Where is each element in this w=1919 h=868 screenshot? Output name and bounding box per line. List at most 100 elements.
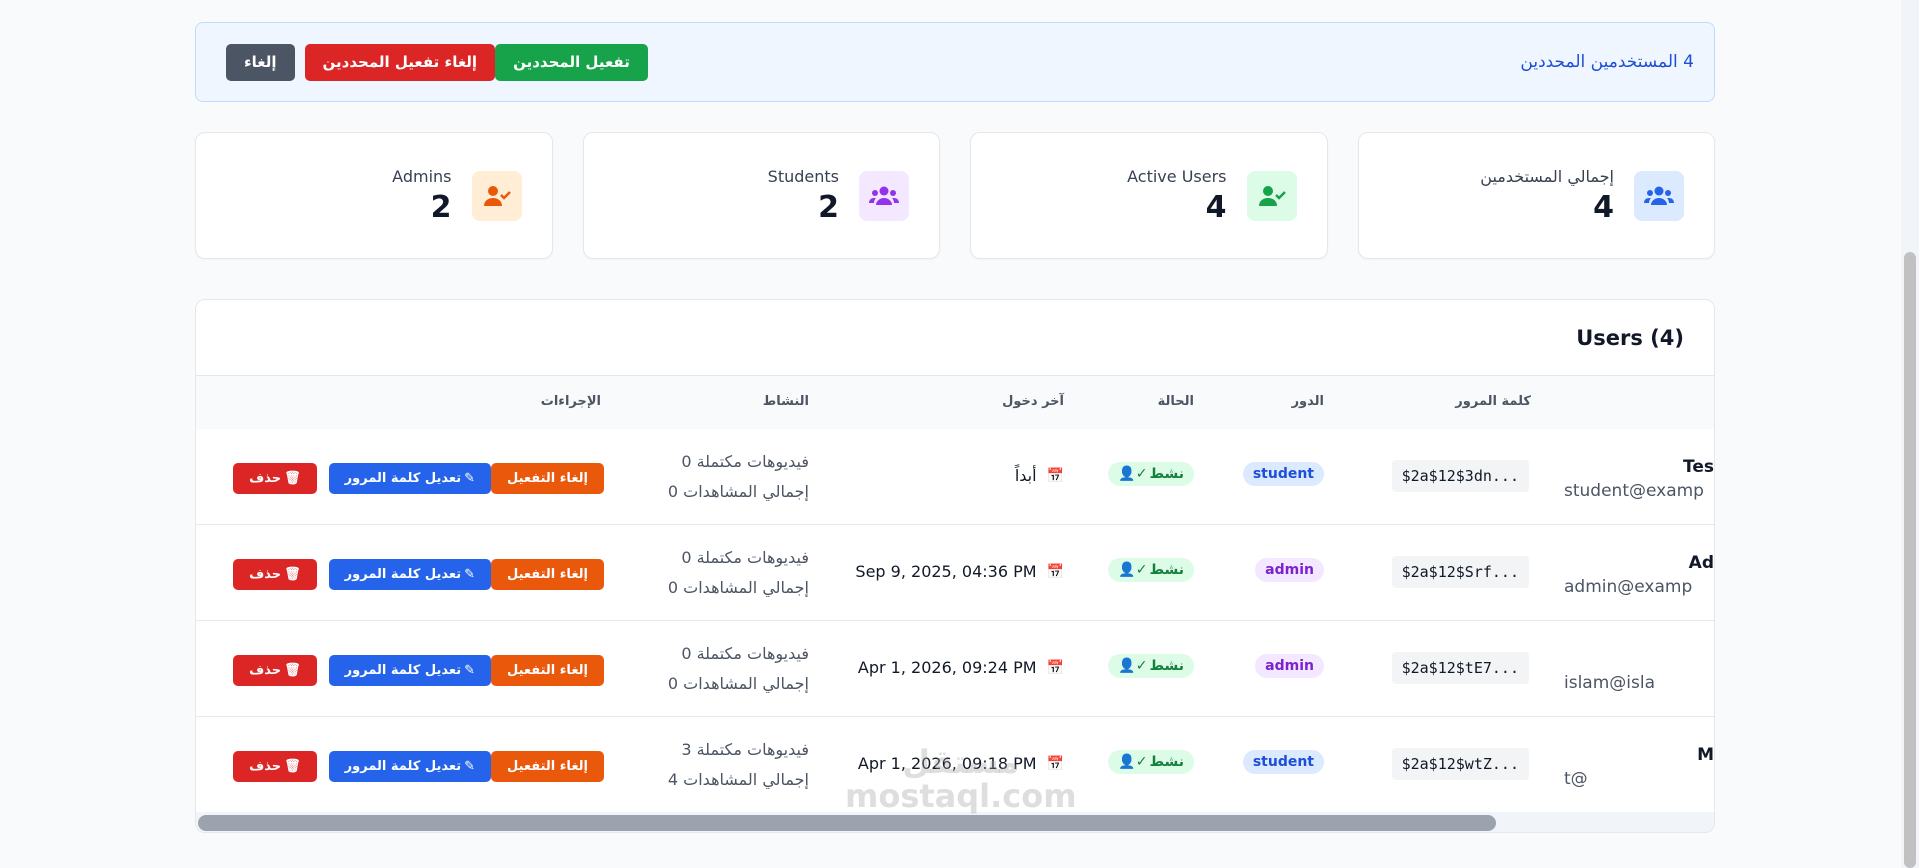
password-hash: $2a$12$Srf...: [1391, 556, 1529, 588]
edit-password-button[interactable]: تعديل كلمة المرور ✎: [328, 559, 492, 590]
stat-value: 2: [818, 189, 839, 225]
delete-label: حذف: [249, 663, 282, 678]
stat-label: Active Users: [1127, 166, 1227, 186]
status-badge: 👤✓ نشط: [1108, 558, 1194, 582]
user-check-icon: 👤✓: [1118, 754, 1148, 770]
column-header-activity: النشاط: [762, 394, 809, 409]
stat-card-active-users: Active Users 4: [970, 132, 1328, 259]
stat-card-admins: Admins 2: [195, 132, 553, 259]
user-check-icon: 👤✓: [1118, 658, 1148, 674]
stat-value: 4: [1205, 189, 1227, 225]
edit-password-button[interactable]: تعديل كلمة المرور ✎: [328, 751, 492, 782]
last-login-text: أبداً: [1014, 466, 1037, 485]
calendar-icon: 📅: [1046, 659, 1064, 676]
page-scrollbar[interactable]: [1901, 0, 1919, 868]
last-login-text: Apr 1, 2026, 09:24 PM: [857, 658, 1037, 677]
calendar-icon: 📅: [1046, 467, 1064, 484]
user-email: student@examp: [1564, 481, 1704, 501]
status-badge: 👤✓ نشط: [1108, 654, 1194, 678]
deactivate-button[interactable]: إلغاء التفعيل: [491, 751, 604, 782]
videos-completed: 3 فيديوهات مكتملة: [681, 740, 809, 759]
status-text: نشط: [1149, 466, 1185, 482]
status-text: نشط: [1149, 658, 1185, 674]
user-check-icon: 👤✓: [1118, 466, 1148, 482]
password-hash: $2a$12$3dn...: [1391, 460, 1529, 492]
stat-card-students: Students 2: [582, 132, 940, 259]
delete-button[interactable]: حذف 🗑: [233, 559, 317, 590]
last-login: Sep 9, 2025, 04:36 PM 📅: [855, 562, 1064, 581]
delete-button[interactable]: حذف 🗑: [233, 751, 317, 782]
column-header-actions: الإجراءات: [540, 394, 601, 409]
role-badge: student: [1242, 462, 1324, 486]
watermark-line1: مستقل: [902, 743, 1020, 781]
trash-icon: 🗑: [284, 663, 301, 678]
total-views: 4 إجمالي المشاهدات: [667, 770, 809, 789]
activate-selected-button[interactable]: تفعيل المحددين: [495, 43, 648, 81]
activity: 0 فيديوهات مكتملة 0 إجمالي المشاهدات: [668, 639, 809, 699]
main-content: إلغاء إلغاء تفعيل المحددين تفعيل المحددي…: [195, 22, 1715, 833]
edit-password-label: تعديل كلمة المرور: [344, 663, 462, 678]
user-name: Ad: [1688, 553, 1714, 573]
total-views: 0 إجمالي المشاهدات: [667, 482, 809, 501]
edit-icon: ✎: [464, 567, 476, 582]
bulk-actions: إلغاء إلغاء تفعيل المحددين تفعيل المحددي…: [226, 43, 648, 81]
edit-password-label: تعديل كلمة المرور: [344, 471, 462, 486]
deactivate-button[interactable]: إلغاء التفعيل: [491, 559, 604, 590]
user-email: admin@examp: [1564, 577, 1693, 597]
selection-bar: إلغاء إلغاء تفعيل المحددين تفعيل المحددي…: [195, 22, 1715, 102]
users-icon: [1634, 170, 1684, 221]
stat-label: Admins: [392, 166, 452, 186]
table-column-headers: كلمة المرور الدور الحالة آخر دخول النشاط…: [196, 376, 1714, 429]
deactivate-button[interactable]: إلغاء التفعيل: [491, 463, 604, 494]
column-header-status: الحالة: [1157, 394, 1194, 409]
stat-label: Students: [767, 166, 839, 186]
activity: 3 فيديوهات مكتملة 4 إجمالي المشاهدات: [668, 735, 809, 795]
row-actions: حذف 🗑 تعديل كلمة المرور ✎ إلغاء التفعيل: [233, 655, 604, 686]
cancel-selection-button[interactable]: إلغاء: [226, 43, 295, 81]
trash-icon: 🗑: [284, 759, 301, 774]
horizontal-scrollbar[interactable]: [196, 812, 1714, 832]
edit-icon: ✎: [464, 471, 476, 486]
delete-label: حذف: [249, 567, 282, 582]
stats-row: Admins 2 Students 2 Active Users 4 إجمال…: [195, 132, 1715, 259]
stat-card-total-users: إجمالي المستخدمين 4: [1357, 132, 1715, 259]
total-views: 0 إجمالي المشاهدات: [667, 674, 809, 693]
row-actions: حذف 🗑 تعديل كلمة المرور ✎ إلغاء التفعيل: [233, 559, 604, 590]
user-check-icon: [1246, 170, 1297, 221]
status-text: نشط: [1149, 754, 1185, 770]
calendar-icon: 📅: [1046, 563, 1064, 580]
videos-completed: 0 فيديوهات مكتملة: [681, 644, 809, 663]
table-title: Users (4): [1576, 325, 1684, 350]
column-header-last-login: آخر دخول: [1002, 394, 1064, 409]
table-header: Users (4): [196, 300, 1714, 376]
deactivate-selected-button[interactable]: إلغاء تفعيل المحددين: [304, 43, 496, 81]
total-views: 0 إجمالي المشاهدات: [667, 578, 809, 597]
edit-password-button[interactable]: تعديل كلمة المرور ✎: [328, 655, 492, 686]
row-actions: حذف 🗑 تعديل كلمة المرور ✎ إلغاء التفعيل: [233, 751, 604, 782]
edit-password-button[interactable]: تعديل كلمة المرور ✎: [328, 463, 492, 494]
column-header-role: الدور: [1291, 394, 1324, 409]
password-hash: $2a$12$wtZ...: [1391, 748, 1529, 780]
last-login: Apr 1, 2026, 09:24 PM 📅: [858, 658, 1064, 677]
stat-value: 2: [430, 189, 452, 225]
page-scrollbar-thumb[interactable]: [1904, 252, 1916, 868]
deactivate-button[interactable]: إلغاء التفعيل: [491, 655, 604, 686]
edit-password-label: تعديل كلمة المرور: [344, 759, 462, 774]
edit-password-label: تعديل كلمة المرور: [344, 567, 462, 582]
activity: 0 فيديوهات مكتملة 0 إجمالي المشاهدات: [668, 543, 809, 603]
scrollbar-thumb[interactable]: [198, 815, 1496, 831]
password-hash: $2a$12$tE7...: [1391, 652, 1529, 684]
stat-label: إجمالي المستخدمين: [1480, 166, 1614, 186]
trash-icon: 🗑: [284, 471, 301, 486]
status-badge: 👤✓ نشط: [1108, 750, 1194, 774]
user-email: t@: [1564, 769, 1588, 789]
delete-button[interactable]: حذف 🗑: [233, 655, 317, 686]
user-email: islam@isla: [1564, 673, 1656, 693]
activity: 0 فيديوهات مكتملة 0 إجمالي المشاهدات: [668, 447, 809, 507]
videos-completed: 0 فيديوهات مكتملة: [681, 548, 809, 567]
role-badge: admin: [1255, 654, 1324, 678]
delete-button[interactable]: حذف 🗑: [233, 463, 317, 494]
user-name: Tes: [1683, 457, 1714, 477]
column-header-password: كلمة المرور: [1455, 394, 1531, 409]
delete-label: حذف: [249, 759, 282, 774]
